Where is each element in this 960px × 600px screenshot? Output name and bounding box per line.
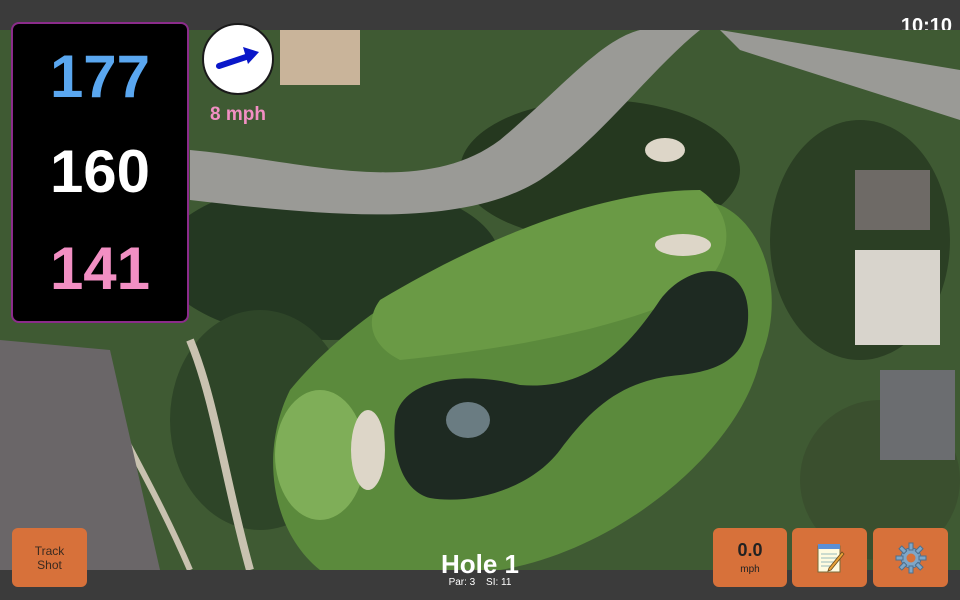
wind-arrow-icon: [216, 47, 259, 69]
gear-icon: [895, 542, 926, 573]
hole-si: SI: 11: [486, 577, 512, 588]
notepad-icon: [817, 543, 845, 572]
speed-button[interactable]: 0.0 mph: [713, 528, 787, 587]
settings-button[interactable]: [873, 528, 948, 587]
hole-title: Hole 1: [440, 549, 520, 579]
hole-info: Par: 3 SI: 11: [380, 577, 580, 588]
track-shot-label-line1: Track: [34, 543, 65, 558]
wind-indicator: [202, 23, 274, 95]
track-shot-button[interactable]: Track Shot: [12, 528, 87, 587]
notes-button[interactable]: [792, 528, 867, 587]
hole-par: Par: 3: [448, 577, 476, 588]
distance-panel: 177 160 141: [11, 22, 189, 323]
speed-value: 0.0: [737, 540, 763, 560]
front-distance: 141: [49, 235, 151, 302]
speed-unit: mph: [740, 564, 760, 575]
middle-distance: 160: [49, 138, 151, 205]
wind-speed: 8 mph: [210, 104, 266, 125]
track-shot-label-line2: Shot: [37, 557, 62, 572]
back-distance: 177: [49, 43, 151, 110]
